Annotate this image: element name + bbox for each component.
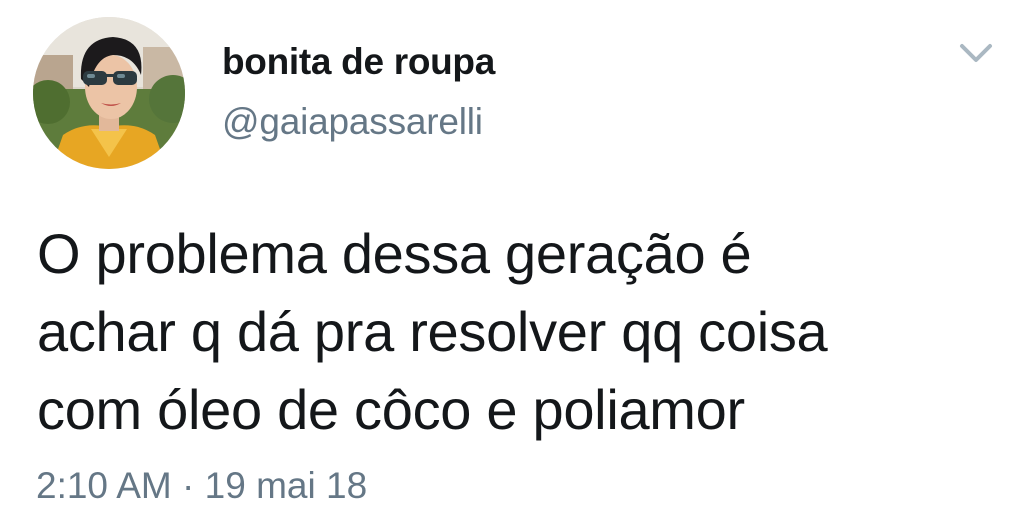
tweet-text-line: achar q dá pra resolver qq coisa xyxy=(37,300,828,363)
tweet-date: 19 mai 18 xyxy=(204,465,368,506)
meta-separator: · xyxy=(182,465,195,506)
tweet-text: O problema dessa geração é achar q dá pr… xyxy=(37,215,997,449)
tweet-card: bonita de roupa @gaiapassarelli O proble… xyxy=(0,0,1024,507)
chevron-down-icon[interactable] xyxy=(956,38,996,68)
avatar-photo xyxy=(33,17,185,169)
tweet-text-line: O problema dessa geração é xyxy=(37,222,752,285)
tweet-time: 2:10 AM xyxy=(36,465,172,506)
avatar[interactable] xyxy=(33,17,185,169)
author-handle[interactable]: @gaiapassarelli xyxy=(222,101,483,143)
author-display-name[interactable]: bonita de roupa xyxy=(222,41,495,83)
tweet-text-line: com óleo de côco e poliamor xyxy=(37,378,745,441)
tweet-timestamp[interactable]: 2:10 AM · 19 mai 18 xyxy=(36,465,367,507)
